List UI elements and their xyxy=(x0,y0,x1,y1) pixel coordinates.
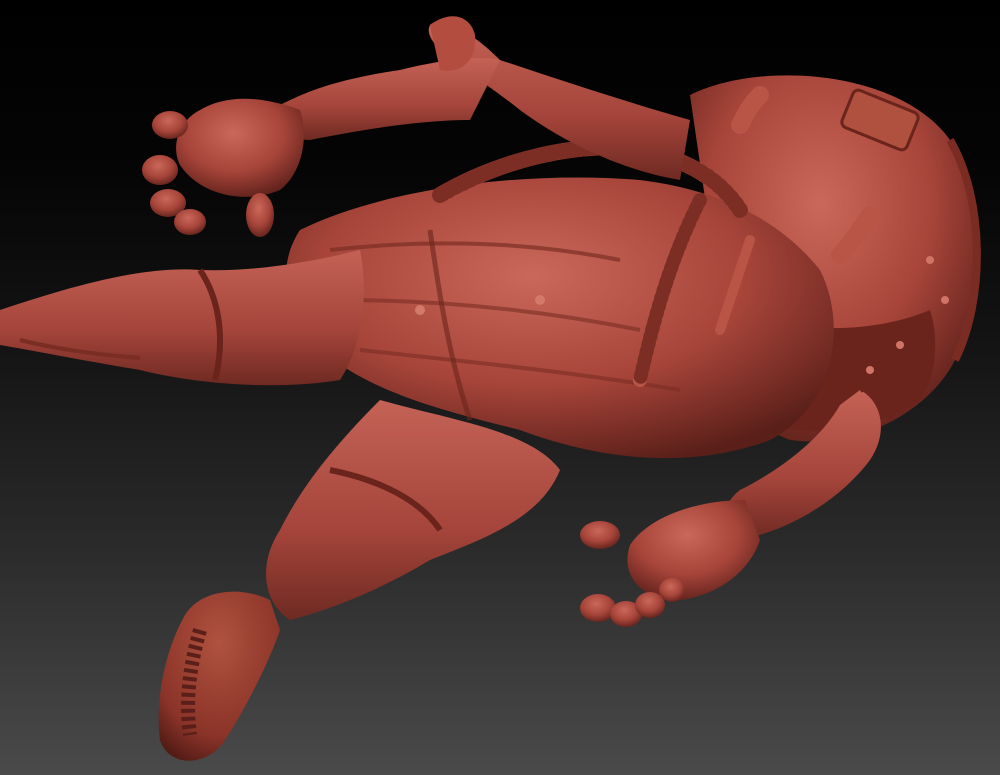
lower-hand xyxy=(580,500,760,627)
upper-arm xyxy=(276,16,690,180)
left-leg xyxy=(0,250,364,386)
upper-hand xyxy=(142,98,304,237)
right-leg xyxy=(266,400,560,620)
boot xyxy=(158,591,280,761)
astronaut-sculpt-render xyxy=(0,16,981,761)
sculpt-viewport xyxy=(0,0,1000,775)
